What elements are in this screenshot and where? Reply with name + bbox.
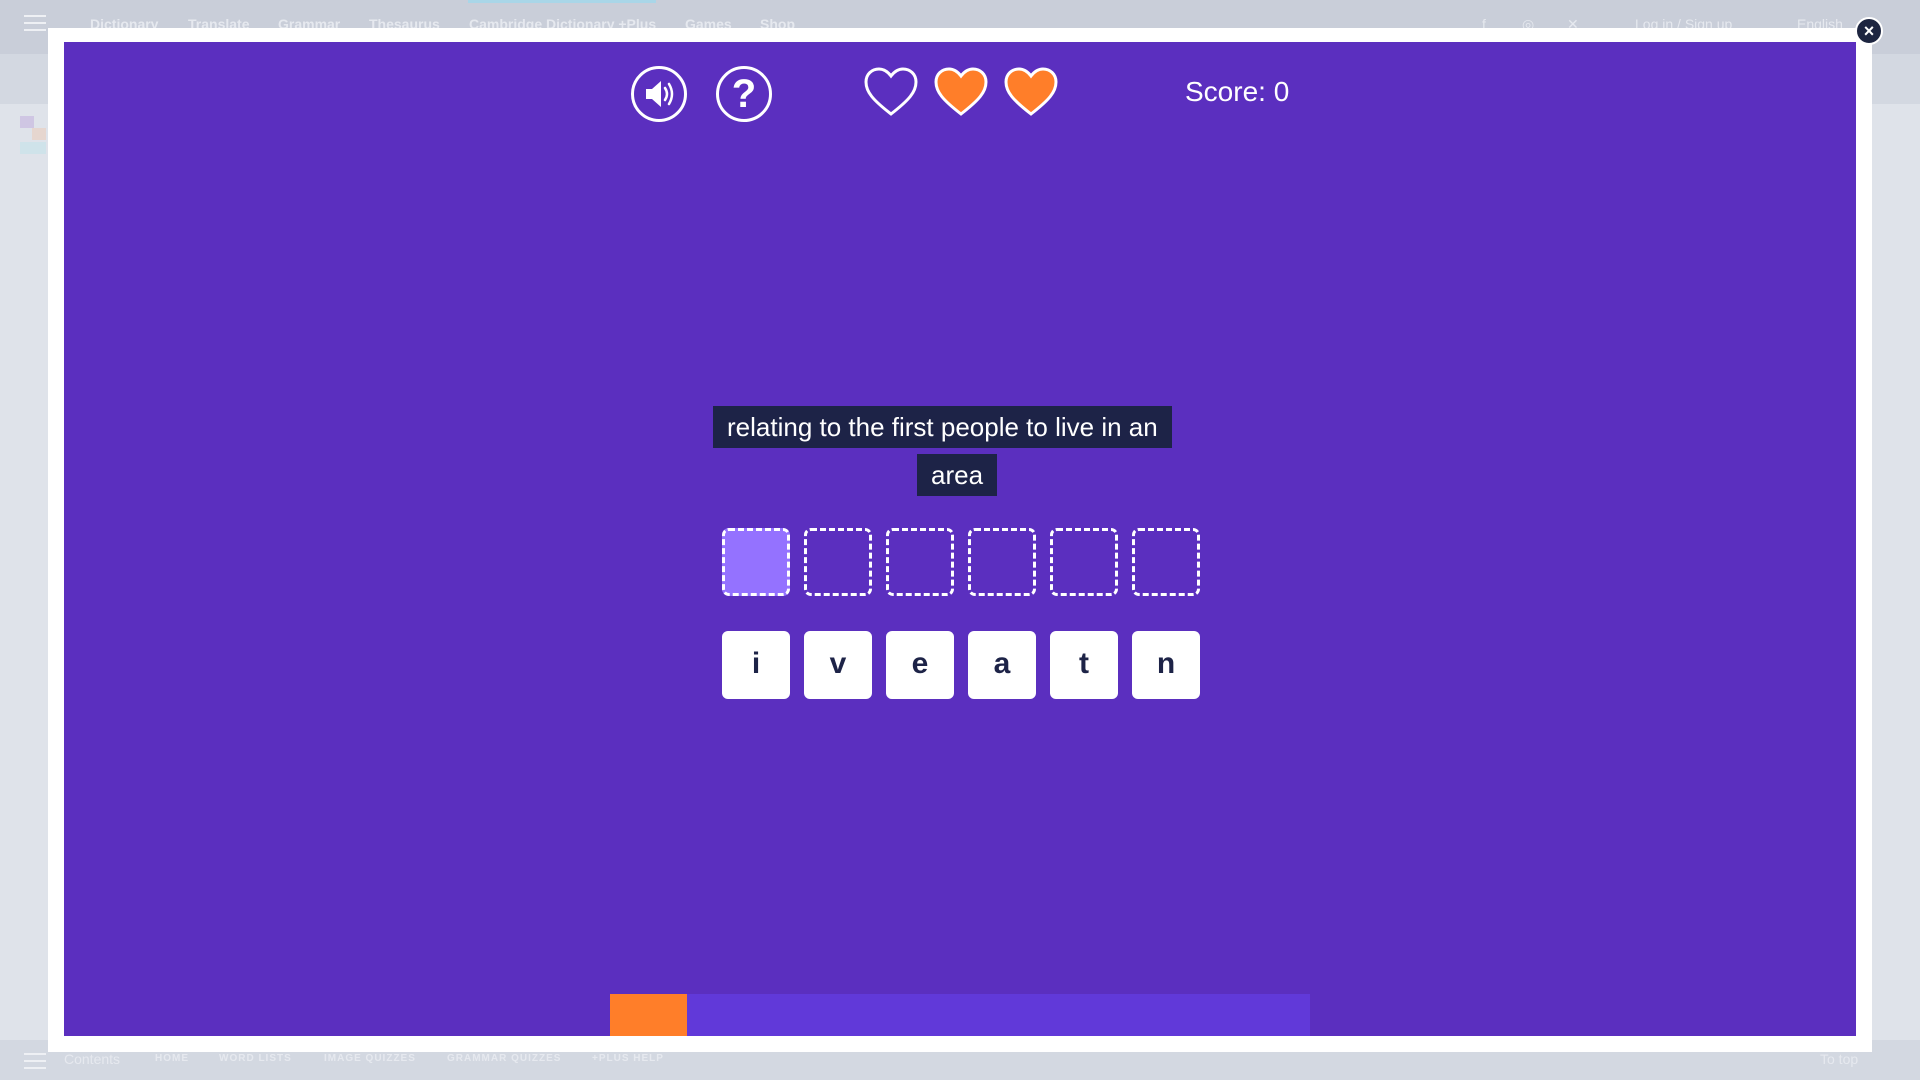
footer-word-lists: WORD LISTS [219,1053,292,1064]
heart-full-icon [1004,67,1058,116]
footer-home: HOME [155,1053,189,1064]
answer-slot[interactable] [722,528,790,596]
answer-slot[interactable] [886,528,954,596]
logo-blocks [20,112,50,156]
letter-tile[interactable]: v [804,631,872,699]
letter-tile[interactable]: i [722,631,790,699]
timer-bar [610,994,1310,1036]
answer-slot[interactable] [1132,528,1200,596]
letter-tile[interactable]: e [886,631,954,699]
close-button[interactable]: × [1855,17,1883,45]
timer-bar-fill [610,994,687,1036]
menu-icon [24,15,46,31]
speaker-icon [646,81,674,107]
word-scramble-game: ? Score: 0 relating to the first people … [64,42,1856,1036]
footer-grammar-quizzes: GRAMMAR QUIZZES [447,1053,562,1064]
clue-line-2: area [917,454,998,496]
answer-slot[interactable] [804,528,872,596]
footer-to-top: To top [1820,1051,1859,1067]
letter-tile[interactable]: t [1050,631,1118,699]
help-button[interactable]: ? [716,66,772,122]
footer-image-quizzes: IMAGE QUIZZES [324,1053,416,1064]
footer-contents: Contents [64,1051,121,1067]
clue-line-1: relating to the first people to live in … [713,406,1172,448]
score-display: Score: 0 [1185,76,1290,107]
sound-button[interactable] [631,66,687,122]
answer-slot[interactable] [1050,528,1118,596]
contents-menu-icon [24,1053,46,1069]
footer-plus-help: +PLUS HELP [592,1053,664,1064]
letter-tile[interactable]: a [968,631,1036,699]
heart-full-icon [934,67,988,116]
active-tab-indicator [468,0,656,3]
letter-tile[interactable]: n [1132,631,1200,699]
answer-slot[interactable] [968,528,1036,596]
heart-empty-icon [864,67,918,116]
